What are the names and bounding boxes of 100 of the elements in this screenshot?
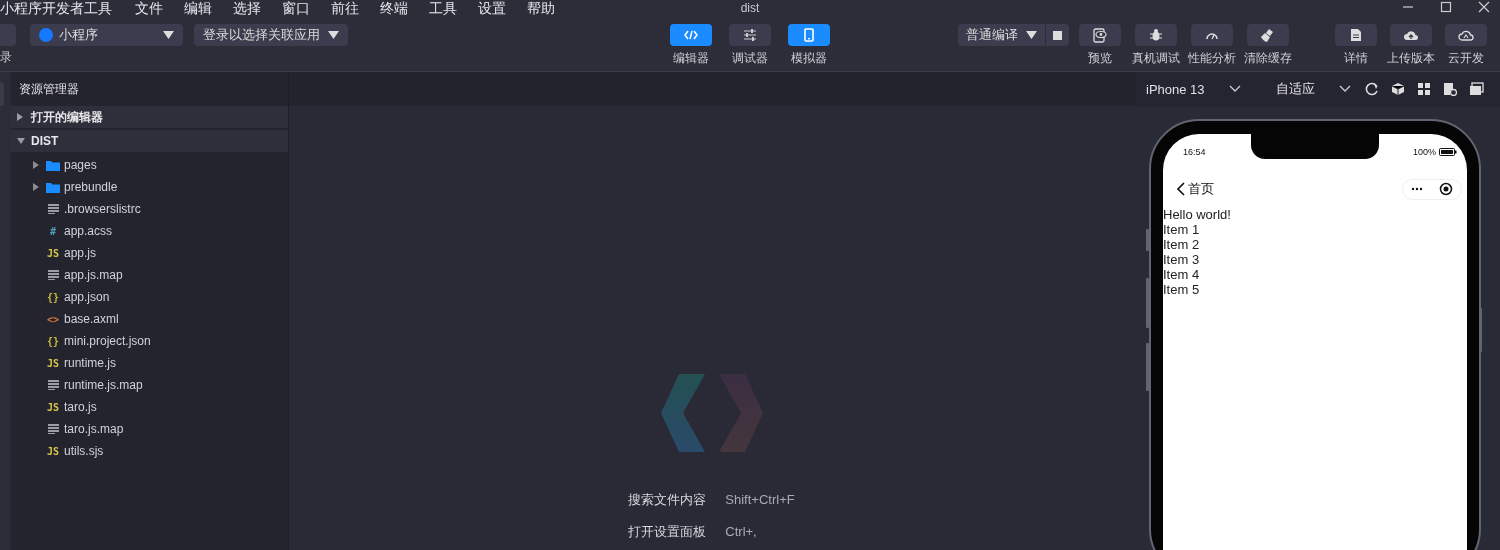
file-item[interactable]: .browserslistrc <box>27 198 288 220</box>
file-item[interactable]: JS app.js <box>27 242 288 264</box>
toolbar-label: 预览 <box>1088 51 1112 65</box>
shortcut-label: 搜索文件内容 <box>628 492 707 508</box>
menu-item[interactable]: 前往 <box>331 1 359 15</box>
content-text: Item 5 <box>1163 282 1201 297</box>
content-text: Item 2 <box>1163 237 1201 252</box>
view-label: 模拟器 <box>791 51 827 65</box>
chevron-down-icon <box>1339 85 1351 93</box>
cloud-icon <box>1457 29 1474 41</box>
record-icon <box>1439 182 1453 196</box>
content-text: Item 4 <box>1163 267 1201 282</box>
section-header[interactable]: DIST <box>11 130 288 152</box>
account-label: 录 <box>0 50 13 64</box>
shortcut-label: 打开设置面板 <box>628 524 707 540</box>
grid-icon <box>1417 82 1431 96</box>
menu-item[interactable]: 文件 <box>135 1 163 15</box>
app-name: 小程序开发者工具 <box>0 1 112 15</box>
file-item[interactable]: JS runtime.js <box>27 352 288 374</box>
text-file-icon <box>47 424 59 434</box>
toolbar-button[interactable] <box>1191 24 1233 46</box>
file-type-icon: JS <box>46 357 59 369</box>
more-icon <box>1411 187 1423 191</box>
maximize-icon <box>1440 1 1452 13</box>
file-item[interactable]: {} app.json <box>27 286 288 308</box>
file-item[interactable]: taro.js.map <box>27 418 288 440</box>
file-item[interactable]: <> base.axml <box>27 308 288 330</box>
gauge-icon <box>1205 30 1219 40</box>
back-icon <box>1177 182 1185 196</box>
view-toggle-button[interactable] <box>788 24 830 46</box>
app-logo-icon <box>39 28 53 42</box>
menu-item[interactable]: 帮助 <box>527 1 555 15</box>
toolbar-button[interactable] <box>1444 24 1487 46</box>
shortcut-keys: Shift+Ctrl+F <box>725 492 795 508</box>
menu-item[interactable]: 工具 <box>429 1 457 15</box>
device-dropdown[interactable]: iPhone 13 <box>1146 81 1241 97</box>
caret-icon <box>163 31 174 39</box>
toolbar-label: 详情 <box>1343 51 1368 65</box>
toolbar-button[interactable] <box>1389 24 1432 46</box>
caret-icon <box>328 31 339 39</box>
toolbar-label: 真机调试 <box>1132 51 1180 65</box>
menu-item[interactable]: 终端 <box>380 1 408 15</box>
folder-icon <box>46 159 60 171</box>
toolbar-label: 清除缓存 <box>1244 51 1292 65</box>
toolbar-button[interactable] <box>1334 24 1377 46</box>
file-type-icon: {} <box>46 335 59 347</box>
menu-item[interactable]: 窗口 <box>282 1 310 15</box>
code-icon <box>684 30 698 40</box>
document-icon <box>1349 28 1362 42</box>
folder-icon <box>46 181 60 193</box>
file-item[interactable]: app.js.map <box>27 264 288 286</box>
folder-item[interactable]: prebundle <box>27 176 288 198</box>
phone-eye-icon <box>1093 27 1107 43</box>
toolbar-button[interactable] <box>1079 24 1121 46</box>
stop-button[interactable] <box>1045 24 1069 46</box>
menu-item[interactable]: 选择 <box>233 1 261 15</box>
brush-icon <box>1260 27 1276 43</box>
section-header[interactable]: 打开的编辑器 <box>11 106 288 128</box>
file-type-icon: JS <box>46 247 59 259</box>
status-time: 16:54 <box>1183 147 1206 157</box>
file-type-icon: JS <box>46 445 59 457</box>
shortcut-keys: Ctrl+, <box>725 524 795 540</box>
battery-percent: 100% <box>1412 147 1436 157</box>
refresh-icon <box>1365 82 1379 96</box>
toolbar-label: 云开发 <box>1447 51 1484 65</box>
file-type-icon: # <box>50 225 56 237</box>
content-text: Hello world! <box>1163 207 1232 222</box>
stop-icon <box>1053 30 1062 40</box>
linked-app-dropdown[interactable]: 登录以选择关联应用 <box>194 24 348 46</box>
expand-arrow-icon <box>17 113 23 121</box>
file-item[interactable]: {} mini.project.json <box>27 330 288 352</box>
toolbar-button[interactable] <box>1247 24 1289 46</box>
file-item[interactable]: # app.acss <box>27 220 288 242</box>
app-type-dropdown[interactable]: 小程序 <box>30 24 183 46</box>
panel-title: 资源管理器 <box>19 80 79 98</box>
view-toggle-button[interactable] <box>670 24 712 46</box>
compile-mode-dropdown[interactable]: 普通编译 <box>958 24 1045 46</box>
cloud-upload-icon <box>1402 29 1419 41</box>
folder-item[interactable]: pages <box>27 154 288 176</box>
file-item[interactable]: runtime.js.map <box>27 374 288 396</box>
bug-icon <box>1149 28 1163 42</box>
file-item[interactable]: JS taro.js <box>27 396 288 418</box>
file-type-icon: JS <box>46 401 59 413</box>
file-item[interactable]: JS utils.sjs <box>27 440 288 462</box>
toolbar-label: 上传版本 <box>1386 51 1435 65</box>
windows-icon <box>1469 82 1484 96</box>
file-type-icon: {} <box>46 291 59 303</box>
close-icon <box>1478 1 1490 13</box>
content-text: Item 1 <box>1163 222 1201 237</box>
view-label: 调试器 <box>732 51 768 65</box>
view-toggle-button[interactable] <box>729 24 771 46</box>
expand-arrow-icon <box>33 161 39 169</box>
caret-icon <box>1026 31 1037 39</box>
scale-dropdown[interactable]: 自适应 <box>1276 80 1351 98</box>
menu-item[interactable]: 设置 <box>478 1 506 15</box>
menu-item[interactable]: 编辑 <box>184 1 212 15</box>
toolbar-button[interactable] <box>1135 24 1177 46</box>
sliders-icon <box>743 29 757 41</box>
chevron-down-icon <box>1229 85 1241 93</box>
expand-arrow-icon <box>33 183 39 191</box>
